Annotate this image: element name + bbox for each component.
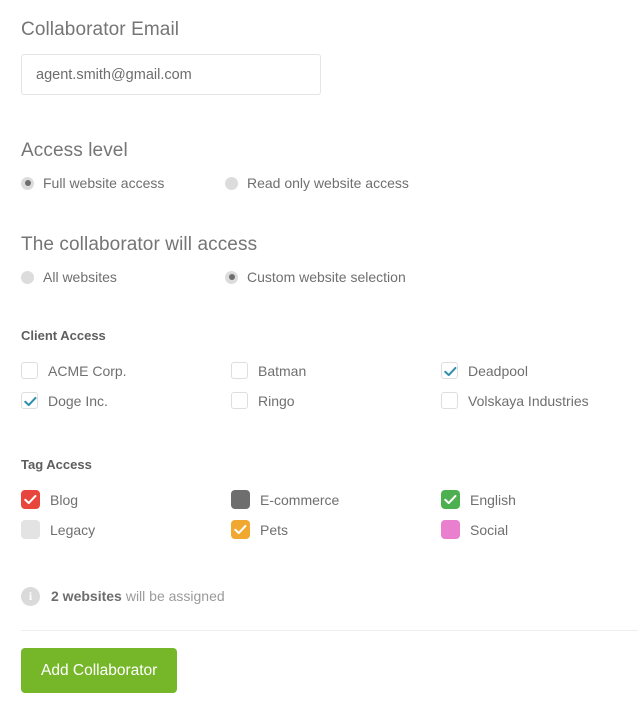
footer-divider — [21, 630, 638, 631]
radio-label: Read only website access — [247, 175, 409, 191]
checkbox-label: English — [470, 492, 516, 508]
checkbox-indicator-icon[interactable] — [441, 362, 458, 379]
assignment-info-note: i 2 websites will be assigned — [21, 585, 225, 607]
checkbox-indicator-icon[interactable] — [441, 392, 458, 409]
checkbox-indicator-icon[interactable] — [231, 392, 248, 409]
checkbox-indicator-icon[interactable] — [21, 490, 40, 509]
radio-label: Full website access — [43, 175, 164, 191]
tag-checkbox-blog[interactable]: Blog — [21, 489, 78, 510]
checkbox-indicator-icon[interactable] — [21, 362, 38, 379]
checkbox-indicator-icon[interactable] — [21, 520, 40, 539]
checkbox-label: E-commerce — [260, 492, 339, 508]
checkbox-label: Pets — [260, 522, 288, 538]
assigned-website-count: 2 websites — [51, 588, 122, 604]
radio-indicator-icon[interactable] — [21, 177, 34, 190]
checkbox-indicator-icon[interactable] — [21, 392, 38, 409]
info-icon: i — [21, 587, 40, 606]
add-collaborator-form: Collaborator Email Access level Full web… — [0, 0, 638, 711]
access-level-label: Access level — [21, 140, 128, 162]
radio-all-websites[interactable]: All websites — [21, 267, 117, 287]
checkbox-indicator-icon[interactable] — [441, 520, 460, 539]
radio-custom-website-selection[interactable]: Custom website selection — [225, 267, 406, 287]
access-level-radio-group: Full website access Read only website ac… — [21, 173, 621, 193]
will-access-label: The collaborator will access — [21, 234, 257, 256]
checkbox-label: Batman — [258, 363, 306, 379]
client-checkbox-deadpool[interactable]: Deadpool — [441, 360, 528, 381]
checkbox-indicator-icon[interactable] — [441, 490, 460, 509]
will-access-radio-group: All websites Custom website selection — [21, 267, 621, 287]
radio-indicator-icon[interactable] — [225, 177, 238, 190]
tag-access-label: Tag Access — [21, 457, 92, 472]
checkbox-label: Social — [470, 522, 508, 538]
client-checkbox-acme-corp[interactable]: ACME Corp. — [21, 360, 127, 381]
collaborator-email-label: Collaborator Email — [21, 19, 179, 41]
assignment-info-text: will be assigned — [126, 588, 225, 604]
radio-full-website-access[interactable]: Full website access — [21, 173, 164, 193]
checkbox-indicator-icon[interactable] — [231, 362, 248, 379]
checkbox-label: Doge Inc. — [48, 393, 108, 409]
client-checkbox-ringo[interactable]: Ringo — [231, 390, 295, 411]
client-access-label: Client Access — [21, 328, 106, 343]
checkbox-label: Ringo — [258, 393, 295, 409]
radio-label: All websites — [43, 269, 117, 285]
checkbox-label: Blog — [50, 492, 78, 508]
checkbox-label: Volskaya Industries — [468, 393, 589, 409]
collaborator-email-input[interactable] — [21, 54, 321, 95]
tag-checkbox-pets[interactable]: Pets — [231, 519, 288, 540]
checkbox-label: ACME Corp. — [48, 363, 127, 379]
checkbox-indicator-icon[interactable] — [231, 520, 250, 539]
tag-checkbox-legacy[interactable]: Legacy — [21, 519, 95, 540]
radio-indicator-icon[interactable] — [225, 271, 238, 284]
client-checkbox-doge-inc[interactable]: Doge Inc. — [21, 390, 108, 411]
tag-checkbox-social[interactable]: Social — [441, 519, 508, 540]
client-checkbox-volskaya-industries[interactable]: Volskaya Industries — [441, 390, 589, 411]
checkbox-indicator-icon[interactable] — [231, 490, 250, 509]
radio-read-only-website-access[interactable]: Read only website access — [225, 173, 409, 193]
tag-checkbox-e-commerce[interactable]: E-commerce — [231, 489, 339, 510]
client-checkbox-batman[interactable]: Batman — [231, 360, 306, 381]
add-collaborator-button[interactable]: Add Collaborator — [21, 648, 177, 693]
checkbox-label: Deadpool — [468, 363, 528, 379]
tag-checkbox-english[interactable]: English — [441, 489, 516, 510]
radio-indicator-icon[interactable] — [21, 271, 34, 284]
radio-label: Custom website selection — [247, 269, 406, 285]
checkbox-label: Legacy — [50, 522, 95, 538]
